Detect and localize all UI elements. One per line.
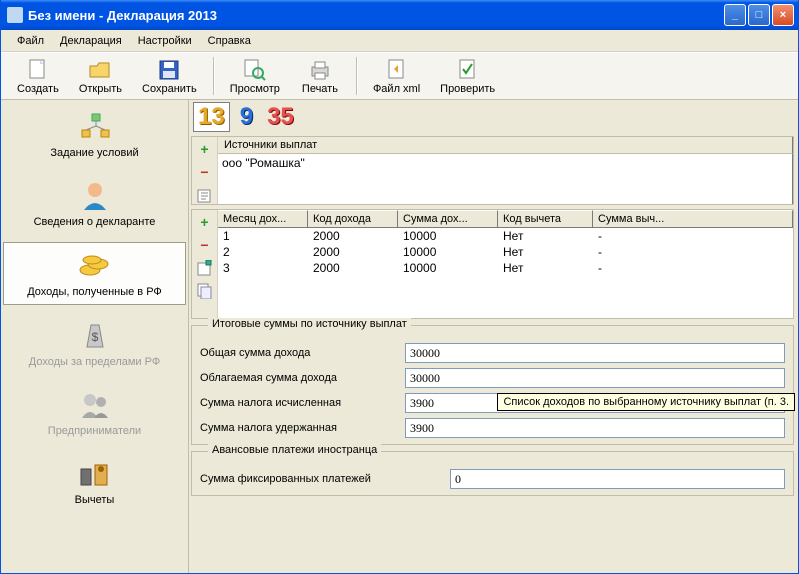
create-button[interactable]: Создать [7, 56, 69, 97]
fixed-payments-label: Сумма фиксированных платежей [200, 473, 450, 485]
people-icon [78, 388, 112, 422]
advance-title: Авансовые платежи иностранца [208, 444, 381, 456]
add-income-button[interactable]: + [196, 213, 214, 231]
menu-file[interactable]: Файл [9, 33, 52, 49]
source-item[interactable]: ооо "Ромашка" [222, 156, 788, 170]
taxable-income-input[interactable] [405, 368, 785, 388]
titlebar: Без имени - Декларация 2013 _ □ × [1, 0, 798, 30]
rate-tab-35[interactable]: 35 [263, 103, 298, 131]
menu-help[interactable]: Справка [200, 33, 259, 49]
col-code[interactable]: Код дохода [308, 210, 398, 227]
print-button[interactable]: Печать [290, 56, 350, 97]
xml-file-icon [385, 58, 409, 82]
xml-label: Файл xml [373, 83, 420, 95]
sidebar-label: Предприниматели [48, 425, 141, 437]
maximize-button[interactable]: □ [748, 4, 770, 26]
sources-title: Источники выплат [218, 137, 793, 154]
person-icon [78, 179, 112, 213]
income-panel: + − Месяц дох... Код дохода Сумма дох...… [191, 209, 794, 319]
svg-text:$: $ [91, 330, 98, 344]
deductions-icon [78, 457, 112, 491]
preview-label: Просмотр [230, 83, 280, 95]
magnifier-icon [243, 58, 267, 82]
check-button[interactable]: Проверить [430, 56, 505, 97]
sidebar-item-deductions[interactable]: Вычеты [3, 451, 186, 512]
save-label: Сохранить [142, 83, 197, 95]
tax-withheld-label: Сумма налога удержанная [200, 422, 405, 434]
income-grid-body[interactable]: 1 2000 10000 Нет - 2 2000 10000 Нет - [218, 228, 793, 276]
sidebar-label: Задание условий [50, 147, 138, 159]
advance-group: Авансовые платежи иностранца Сумма фикси… [191, 451, 794, 496]
totals-group: Итоговые суммы по источнику выплат Общая… [191, 325, 794, 445]
copy-income-button[interactable] [196, 282, 214, 300]
taxable-income-label: Облагаемая сумма дохода [200, 372, 405, 384]
window-title: Без имени - Декларация 2013 [28, 8, 724, 23]
printer-icon [308, 58, 332, 82]
open-folder-icon [88, 58, 112, 82]
open-label: Открыть [79, 83, 122, 95]
money-bag-icon: $ [78, 319, 112, 353]
new-document-icon [26, 58, 50, 82]
menu-declaration[interactable]: Декларация [52, 33, 130, 49]
sources-list[interactable]: ооо "Ромашка" [218, 154, 793, 204]
minimize-button[interactable]: _ [724, 4, 746, 26]
remove-source-button[interactable]: − [196, 163, 214, 181]
table-row: 1 2000 10000 Нет - [218, 228, 793, 244]
sidebar: Задание условий Сведения о декларанте До… [1, 100, 189, 573]
tax-calculated-label: Сумма налога исчисленная [200, 397, 405, 409]
table-row: 3 2000 10000 Нет - [218, 260, 793, 276]
print-label: Печать [302, 83, 338, 95]
sources-panel: + − Источники выплат ооо "Ромашка" [191, 136, 794, 205]
col-deduction-sum[interactable]: Сумма выч... [593, 210, 793, 227]
remove-income-button[interactable]: − [196, 236, 214, 254]
preview-button[interactable]: Просмотр [220, 56, 290, 97]
floppy-disk-icon [157, 58, 181, 82]
rate-tab-13[interactable]: 13 [193, 102, 230, 132]
sidebar-item-income-rf[interactable]: Доходы, полученные в РФ [3, 242, 186, 305]
fixed-payments-input[interactable] [450, 469, 785, 489]
sidebar-item-income-foreign[interactable]: $ Доходы за пределами РФ [3, 313, 186, 374]
check-label: Проверить [440, 83, 495, 95]
menubar: Файл Декларация Настройки Справка [1, 30, 798, 52]
totals-title: Итоговые суммы по источнику выплат [208, 318, 411, 330]
sidebar-label: Сведения о декларанте [34, 216, 156, 228]
sidebar-label: Вычеты [75, 494, 115, 506]
close-button[interactable]: × [772, 4, 794, 26]
edit-income-button[interactable] [196, 259, 214, 277]
sidebar-item-declarant[interactable]: Сведения о декларанте [3, 173, 186, 234]
edit-source-button[interactable] [196, 186, 214, 204]
sidebar-label: Доходы за пределами РФ [29, 356, 160, 368]
rate-tabs: 13 9 35 [191, 102, 794, 132]
tax-withheld-input[interactable] [405, 418, 785, 438]
menu-settings[interactable]: Настройки [130, 33, 200, 49]
xml-button[interactable]: Файл xml [363, 56, 430, 97]
create-label: Создать [17, 83, 59, 95]
col-month[interactable]: Месяц дох... [218, 210, 308, 227]
table-row: 2 2000 10000 Нет - [218, 244, 793, 260]
add-source-button[interactable]: + [196, 140, 214, 158]
check-document-icon [456, 58, 480, 82]
open-button[interactable]: Открыть [69, 56, 132, 97]
total-income-input[interactable] [405, 343, 785, 363]
sidebar-item-entrepreneurs[interactable]: Предприниматели [3, 382, 186, 443]
save-button[interactable]: Сохранить [132, 56, 207, 97]
coins-icon [78, 249, 112, 283]
tooltip: Список доходов по выбранному источнику в… [497, 393, 795, 411]
col-sum[interactable]: Сумма дох... [398, 210, 498, 227]
sidebar-item-conditions[interactable]: Задание условий [3, 104, 186, 165]
col-deduction-code[interactable]: Код вычета [498, 210, 593, 227]
total-income-label: Общая сумма дохода [200, 347, 405, 359]
conditions-icon [78, 110, 112, 144]
income-grid-header: Месяц дох... Код дохода Сумма дох... Код… [218, 210, 793, 228]
toolbar: Создать Открыть Сохранить Просмотр Печат… [1, 52, 798, 100]
sidebar-label: Доходы, полученные в РФ [27, 286, 162, 298]
app-icon [7, 7, 23, 23]
rate-tab-9[interactable]: 9 [236, 103, 257, 131]
